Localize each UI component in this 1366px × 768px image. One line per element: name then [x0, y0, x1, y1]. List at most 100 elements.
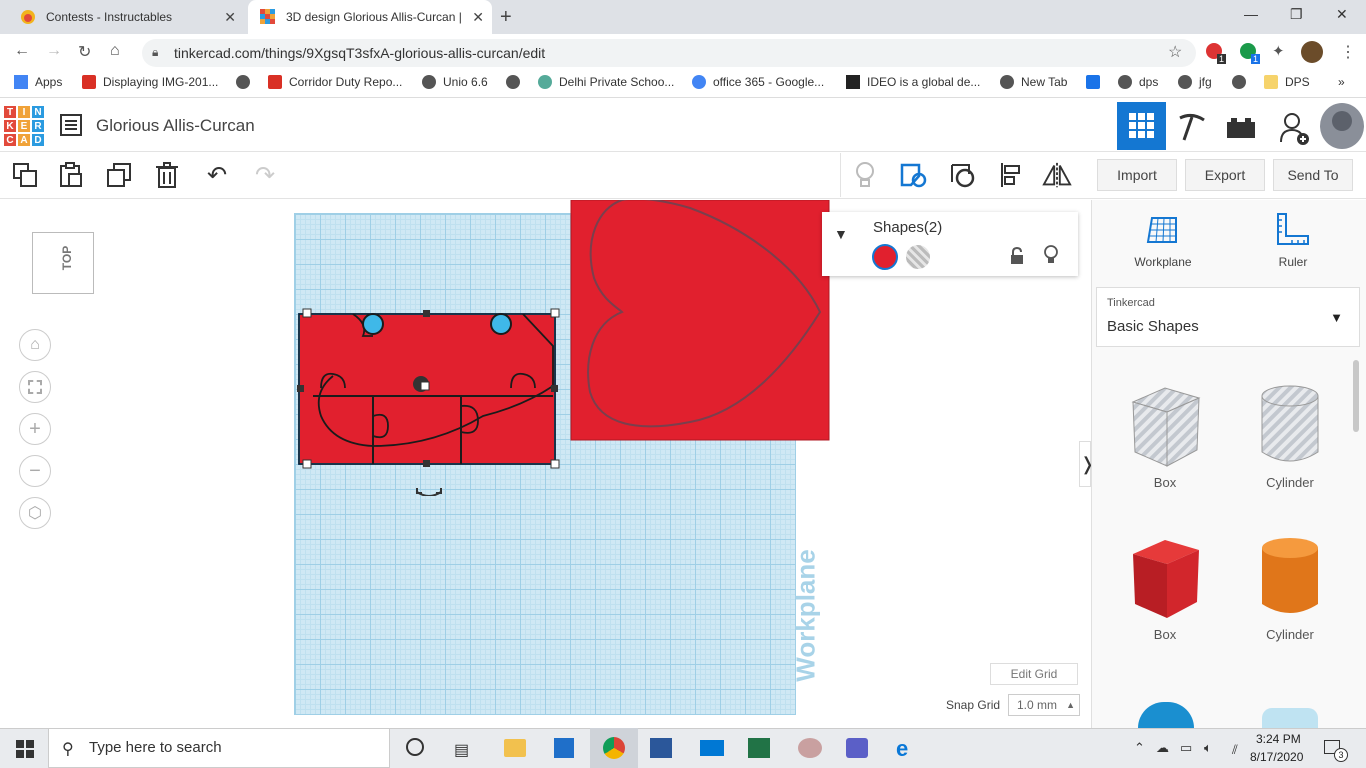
group-button[interactable]	[898, 160, 928, 190]
puzzle-icon[interactable]: ✦	[1272, 42, 1285, 60]
menu-icon[interactable]: ⋮	[1340, 42, 1356, 62]
ruler-tool-button[interactable]: Ruler	[1258, 212, 1328, 269]
zoom-in-button[interactable]: +	[19, 413, 51, 445]
bookmark-item[interactable]: IDEO is a global de...	[846, 75, 980, 89]
fit-view-button[interactable]	[19, 371, 51, 403]
back-icon[interactable]: ←	[14, 42, 30, 60]
workplane-tool-button[interactable]: Workplane	[1128, 212, 1198, 269]
bookmark-item[interactable]: office 365 - Google...	[692, 75, 824, 89]
lightbulb-icon[interactable]	[1044, 245, 1058, 265]
more-bookmarks-icon[interactable]: »	[1338, 75, 1345, 89]
edge-icon[interactable]: e	[896, 736, 908, 762]
bookmark-item[interactable]: New Tab	[1000, 75, 1067, 89]
duplicate-button[interactable]	[104, 160, 134, 190]
maximize-button[interactable]: ❐	[1290, 6, 1303, 23]
tab-design[interactable]: 3D design Glorious Allis-Curcan | ✕	[248, 0, 492, 34]
design-list-icon[interactable]	[60, 114, 82, 136]
taskbar-time[interactable]: 3:24 PM	[1256, 732, 1301, 746]
shape-card-box[interactable]: Box	[1110, 532, 1220, 642]
edit-grid-button[interactable]: Edit Grid	[990, 663, 1078, 685]
home-view-button[interactable]: ⌂	[19, 329, 51, 361]
tab-contests[interactable]: Contests - Instructables ✕	[8, 0, 244, 34]
view-cube[interactable]: TOP	[32, 232, 94, 294]
copy-button[interactable]	[10, 160, 40, 190]
puzzle-shape-selected[interactable]	[293, 296, 563, 496]
home-icon[interactable]: ⌂	[110, 42, 120, 60]
shape-library-select[interactable]: Tinkercad Basic Shapes ▼	[1096, 287, 1360, 347]
collapse-inspector-icon[interactable]: ▼	[834, 226, 848, 242]
snap-grid-select[interactable]: 1.0 mm ▲	[1008, 694, 1080, 716]
teams-icon[interactable]	[846, 738, 868, 758]
zoom-out-button[interactable]: −	[19, 455, 51, 487]
tinkercad-logo[interactable]: T I N K E R C A D	[3, 105, 45, 147]
lock-icon[interactable]	[1010, 247, 1024, 265]
task-view-icon[interactable]: ▤	[454, 740, 469, 760]
3d-view-button[interactable]	[1117, 102, 1166, 150]
taskbar-date[interactable]: 8/17/2020	[1250, 750, 1303, 764]
perspective-button[interactable]: ⬡	[19, 497, 51, 529]
url-input[interactable]: tinkercad.com/things/9XgsqT3sfxA-gloriou…	[142, 39, 1196, 67]
reload-icon[interactable]: ↻	[78, 42, 91, 62]
close-icon[interactable]: ✕	[224, 9, 236, 26]
shape-card-box-hole[interactable]: Box	[1110, 380, 1220, 490]
close-window-button[interactable]: ✕	[1336, 6, 1348, 23]
add-user-icon[interactable]	[1280, 112, 1310, 146]
hole-button[interactable]	[906, 245, 930, 269]
paint-icon[interactable]	[798, 738, 822, 758]
word-icon[interactable]	[650, 738, 672, 758]
bookmark-item[interactable]: Unio 6.6	[422, 75, 488, 89]
bookmark-item[interactable]: dps	[1118, 75, 1158, 89]
send-to-button[interactable]: Send To	[1273, 159, 1353, 191]
battery-icon[interactable]: ▭	[1180, 740, 1192, 756]
bookmark-apps[interactable]: Apps	[14, 75, 62, 89]
volume-icon[interactable]: 🔈︎	[1204, 740, 1212, 756]
scribble-shape-partial[interactable]	[1262, 708, 1318, 728]
bookmark-item[interactable]	[506, 75, 527, 89]
new-tab-button[interactable]: +	[500, 6, 512, 29]
excel-icon[interactable]	[748, 738, 770, 758]
show-all-button[interactable]	[850, 160, 880, 190]
store-icon[interactable]	[554, 738, 574, 758]
pickaxe-icon[interactable]	[1176, 112, 1208, 142]
wifi-icon[interactable]: ⫽	[1232, 742, 1238, 758]
export-button[interactable]: Export	[1185, 159, 1265, 191]
forward-icon[interactable]: →	[46, 42, 62, 60]
heart-plate-shape[interactable]	[570, 200, 830, 441]
design-title[interactable]: Glorious Allis-Curcan	[96, 116, 255, 136]
bookmark-item[interactable]: jfg	[1178, 75, 1212, 89]
windows-start-icon[interactable]	[16, 740, 34, 758]
bricks-icon[interactable]	[1227, 116, 1255, 138]
bookmark-item[interactable]	[1086, 75, 1107, 89]
bookmark-item[interactable]: Displaying IMG-201...	[82, 75, 218, 89]
bookmark-item[interactable]: Delhi Private Schoo...	[538, 75, 674, 89]
bookmark-item[interactable]	[1232, 75, 1253, 89]
onedrive-icon[interactable]: ☁	[1156, 740, 1169, 756]
profile-avatar[interactable]	[1301, 41, 1323, 63]
star-icon[interactable]: ☆	[1168, 42, 1182, 62]
tray-chevron-icon[interactable]: ⌃	[1134, 740, 1145, 756]
import-button[interactable]: Import	[1097, 159, 1177, 191]
bookmark-item[interactable]: Corridor Duty Repo...	[268, 75, 402, 89]
ungroup-button[interactable]	[948, 160, 978, 190]
file-explorer-icon[interactable]	[504, 739, 526, 757]
delete-button[interactable]	[152, 160, 182, 190]
expand-panel-icon[interactable]: ❭	[1079, 441, 1095, 487]
cortana-icon[interactable]	[406, 738, 424, 756]
panel-scrollbar[interactable]	[1353, 360, 1359, 432]
paste-button[interactable]	[56, 160, 86, 190]
solid-color-button[interactable]	[872, 244, 898, 270]
align-button[interactable]	[996, 160, 1026, 190]
mail-icon[interactable]	[700, 740, 724, 756]
redo-icon[interactable]: ↷	[250, 160, 280, 190]
minimize-button[interactable]: —	[1244, 6, 1258, 22]
chrome-taskbar-button[interactable]	[590, 728, 638, 768]
undo-icon[interactable]: ↶	[202, 160, 232, 190]
bookmark-item[interactable]	[236, 75, 257, 89]
close-icon[interactable]: ✕	[472, 9, 484, 26]
bookmark-item[interactable]: DPS	[1264, 75, 1310, 89]
shape-card-cylinder[interactable]: Cylinder	[1235, 532, 1345, 642]
shape-card-cylinder-hole[interactable]: Cylinder	[1235, 380, 1345, 490]
mirror-button[interactable]	[1042, 160, 1072, 190]
user-avatar[interactable]	[1320, 103, 1364, 149]
taskbar-search-input[interactable]: Type here to search	[48, 728, 390, 768]
